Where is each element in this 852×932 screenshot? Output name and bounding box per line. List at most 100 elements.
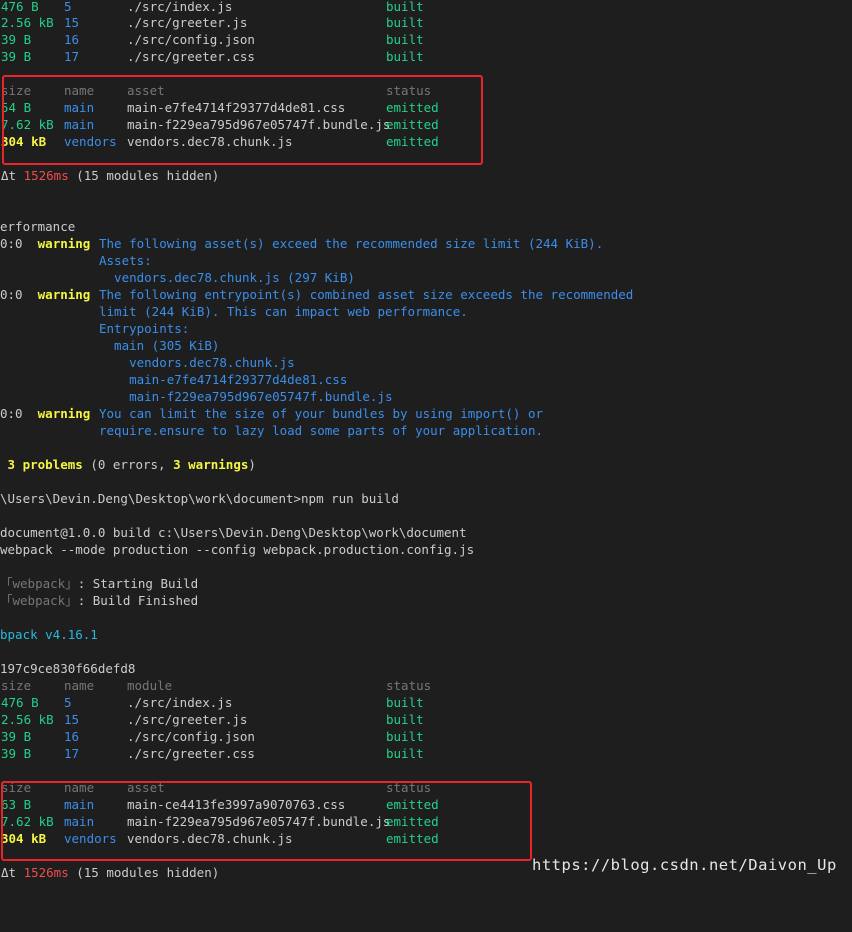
module-row: 476 B 5 ./src/index.js built (0, 694, 852, 711)
delta-label: Δt (1, 865, 24, 880)
module-row: 39 B 16 ./src/config.json built (0, 31, 852, 48)
asset-row: 54 B main main-e7fe4714f29377d4de81.css … (0, 99, 852, 116)
build-time: 1526ms (23, 865, 69, 880)
asset-table-header: size name asset status (0, 82, 852, 99)
webpack-tag: 「webpack」 (0, 576, 78, 591)
asset-table-header: size name asset status (0, 779, 852, 796)
header-status: status (386, 678, 432, 693)
warning-label: warning (37, 236, 91, 251)
warning-text: main-e7fe4714f29377d4de81.css (99, 372, 348, 387)
asset-status: emitted (386, 100, 439, 115)
warning-text: limit (244 KiB). This can impact web per… (99, 304, 468, 319)
module-path: ./src/config.json (127, 32, 255, 47)
warning-location: 0:0 (0, 406, 31, 421)
warning-line: 0:0 warning The following entrypoint(s) … (0, 286, 852, 303)
module-path: ./src/greeter.css (127, 49, 255, 64)
asset-chunk-name: main (64, 797, 95, 812)
header-size: size (1, 83, 32, 98)
terminal-output[interactable]: 476 B 5 ./src/index.js built 2.56 kB 15 … (0, 0, 852, 886)
problems-count: 3 problems (7, 457, 83, 472)
warning-line: vendors.dec78.chunk.js (0, 354, 852, 371)
header-name: name (64, 678, 95, 693)
asset-file: main-e7fe4714f29377d4de81.css (127, 100, 346, 115)
module-status: built (386, 15, 424, 30)
module-row: 39 B 16 ./src/config.json built (0, 728, 852, 745)
asset-file: vendors.dec78.chunk.js (127, 831, 293, 846)
webpack-tag: 「webpack」 (0, 593, 78, 608)
asset-row: 63 B main main-ce4413fe3997a9070763.css … (0, 796, 852, 813)
module-status: built (386, 746, 424, 761)
module-size: 39 B (1, 32, 32, 47)
warning-line: main-e7fe4714f29377d4de81.css (0, 371, 852, 388)
warning-line: Assets: (0, 252, 852, 269)
performance-title: erformance (0, 219, 76, 234)
module-status: built (386, 712, 424, 727)
module-status: built (386, 0, 424, 14)
webpack-log-line: 「webpack」: Build Finished (0, 593, 199, 608)
asset-chunk-name: main (64, 100, 95, 115)
module-status: built (386, 729, 424, 744)
asset-size: 304 kB (1, 831, 47, 846)
delta-label: Δt (1, 168, 24, 183)
module-status: built (386, 695, 424, 710)
header-status: status (386, 780, 432, 795)
header-module: module (127, 678, 173, 693)
header-size: size (1, 780, 32, 795)
module-id: 5 (64, 0, 72, 14)
module-id: 15 (64, 15, 80, 30)
module-row: 2.56 kB 15 ./src/greeter.js built (0, 14, 852, 31)
asset-status: emitted (386, 831, 439, 846)
build-time: 1526ms (23, 168, 69, 183)
asset-chunk-name: vendors (64, 831, 117, 846)
warnings-count: 3 warnings (173, 457, 249, 472)
module-path: ./src/greeter.js (127, 712, 248, 727)
header-size: size (1, 678, 32, 693)
module-id: 17 (64, 49, 80, 64)
warning-label: warning (37, 287, 91, 302)
module-row: 39 B 17 ./src/greeter.css built (0, 745, 852, 762)
header-name: name (64, 83, 95, 98)
warning-line: require.ensure to lazy load some parts o… (0, 422, 852, 439)
asset-status: emitted (386, 814, 439, 829)
warning-text: The following asset(s) exceed the recomm… (99, 236, 604, 251)
asset-row: 304 kB vendors vendors.dec78.chunk.js em… (0, 133, 852, 150)
module-size: 2.56 kB (1, 15, 54, 30)
module-size: 39 B (1, 729, 32, 744)
module-size: 39 B (1, 746, 32, 761)
module-row: 39 B 17 ./src/greeter.css built (0, 48, 852, 65)
asset-row: 304 kB vendors vendors.dec78.chunk.js em… (0, 830, 852, 847)
build-hash: 197c9ce830f66defd8 (0, 661, 136, 676)
warning-line: limit (244 KiB). This can impact web per… (0, 303, 852, 320)
warning-text: The following entrypoint(s) combined ass… (99, 287, 634, 302)
asset-file: main-f229ea795d967e05747f.bundle.js (127, 117, 391, 132)
problems-summary: 3 problems (0 errors, 3 warnings) (7, 457, 256, 472)
module-table-header: size name module status (0, 677, 852, 694)
asset-chunk-name: main (64, 117, 95, 132)
warning-line: main-f229ea795d967e05747f.bundle.js (0, 388, 852, 405)
warning-text: vendors.dec78.chunk.js (99, 355, 295, 370)
warning-line: Entrypoints: (0, 320, 852, 337)
module-path: ./src/config.json (127, 729, 255, 744)
module-path: ./src/index.js (127, 695, 233, 710)
asset-file: main-f229ea795d967e05747f.bundle.js (127, 814, 391, 829)
asset-size: 304 kB (1, 134, 47, 149)
module-id: 17 (64, 746, 80, 761)
asset-chunk-name: main (64, 814, 95, 829)
module-size: 476 B (1, 695, 39, 710)
asset-status: emitted (386, 797, 439, 812)
warning-line: vendors.dec78.chunk.js (297 KiB) (0, 269, 852, 286)
asset-size: 7.62 kB (1, 814, 54, 829)
warning-label: warning (37, 406, 91, 421)
module-id: 5 (64, 695, 72, 710)
asset-status: emitted (386, 117, 439, 132)
hidden-count: (15 modules hidden) (68, 865, 220, 880)
webpack-log-line: 「webpack」: Starting Build (0, 576, 199, 591)
asset-size: 7.62 kB (1, 117, 54, 132)
module-status: built (386, 32, 424, 47)
header-asset: asset (127, 83, 165, 98)
header-status: status (386, 83, 432, 98)
asset-chunk-name: vendors (64, 134, 117, 149)
asset-file: main-ce4413fe3997a9070763.css (127, 797, 346, 812)
warning-location: 0:0 (0, 287, 31, 302)
asset-row: 7.62 kB main main-f229ea795d967e05747f.b… (0, 813, 852, 830)
